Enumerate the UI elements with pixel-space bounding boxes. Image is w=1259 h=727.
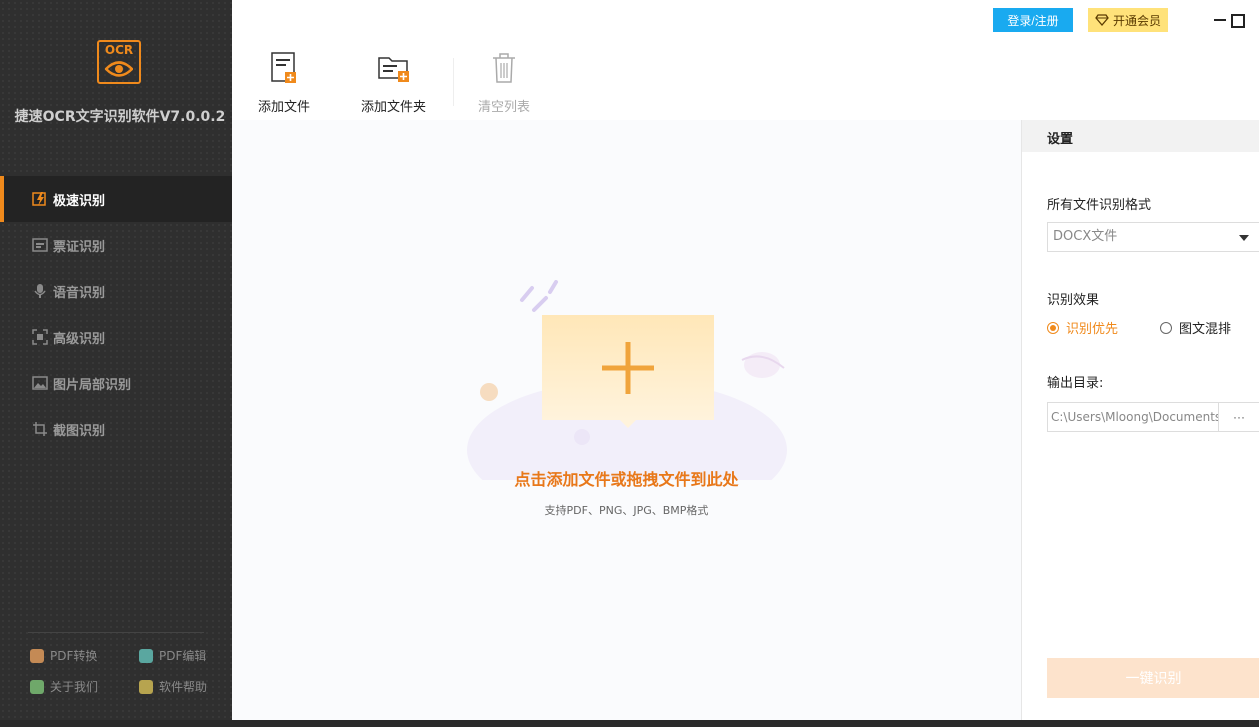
help-label: 软件帮助 (159, 680, 208, 694)
effect-label: 识别效果 (1047, 293, 1100, 308)
scan-frame-icon (32, 329, 48, 345)
login-button[interactable]: 登录/注册 (993, 8, 1073, 32)
ticket-icon (32, 237, 48, 253)
maximize-button[interactable] (1231, 14, 1245, 28)
pdf-edit-icon (139, 648, 153, 663)
trash-icon (493, 53, 515, 83)
pdf-edit-link[interactable]: PDF编辑 (139, 647, 206, 664)
add-file-label: 添加文件 (258, 100, 311, 115)
app-logo: OCR (97, 40, 141, 84)
about-icon (30, 679, 44, 694)
output-path-input[interactable]: C:\Users\Mloong\Documents (1047, 402, 1219, 432)
image-icon (32, 375, 48, 391)
eye-icon (105, 61, 133, 77)
add-file-icon (271, 52, 296, 83)
drop-zone-title: 点击添加文件或拖拽文件到此处 (514, 470, 739, 489)
diamond-icon (1095, 14, 1109, 26)
pdf-convert-icon (30, 648, 44, 663)
add-folder-button[interactable]: 添加文件夹 (361, 52, 426, 115)
sidebar-nav: 极速识别 票证识别 语音识别 高级识别 图片局部识别 截图识别 (0, 176, 232, 452)
help-link[interactable]: 软件帮助 (139, 678, 207, 695)
clear-list-label: 清空列表 (478, 100, 531, 115)
settings-header: 设置 (1022, 120, 1259, 152)
about-label: 关于我们 (50, 680, 99, 694)
microphone-icon (32, 283, 48, 299)
pdf-convert-label: PDF转换 (50, 649, 98, 663)
clear-list-button[interactable]: 清空列表 (478, 52, 530, 115)
sidebar-item-label: 极速识别 (53, 193, 106, 209)
format-label: 所有文件识别格式 (1047, 198, 1152, 213)
settings-panel: 设置 所有文件识别格式 DOCX文件 识别效果 识别优先 图文混排 输出目录: … (1021, 120, 1259, 720)
format-select-value: DOCX文件 (1053, 229, 1118, 244)
radio-accuracy-first[interactable]: 识别优先 (1047, 318, 1118, 337)
help-icon (139, 679, 153, 694)
sidebar-item-image-partial-ocr[interactable]: 图片局部识别 (0, 360, 232, 406)
sidebar: OCR 捷速OCR文字识别软件V7.0.0.2 极速识别 票证识别 语音识别 高… (0, 0, 232, 720)
sidebar-divider (28, 632, 204, 633)
radio-label: 图文混排 (1179, 322, 1232, 337)
title-bar: 登录/注册 开通会员 (232, 0, 1259, 41)
output-label: 输出目录: (1047, 376, 1104, 391)
app-window: OCR 捷速OCR文字识别软件V7.0.0.2 极速识别 票证识别 语音识别 高… (0, 0, 1259, 720)
browse-button[interactable]: ··· (1219, 402, 1259, 432)
settings-title: 设置 (1047, 132, 1074, 147)
chevron-down-icon (1239, 235, 1249, 241)
start-ocr-button[interactable]: 一键识别 (1047, 658, 1259, 698)
toolbar: 添加文件 添加文件夹 清空列表 (232, 40, 1259, 120)
pdf-edit-label: PDF编辑 (159, 649, 207, 663)
sidebar-item-fast-ocr[interactable]: 极速识别 (0, 176, 232, 222)
sidebar-item-screenshot-ocr[interactable]: 截图识别 (0, 406, 232, 452)
sidebar-item-voice-ocr[interactable]: 语音识别 (0, 268, 232, 314)
app-title: 捷速OCR文字识别软件V7.0.0.2 (14, 109, 226, 125)
drop-zone-subtitle: 支持PDF、PNG、JPG、BMP格式 (544, 504, 709, 517)
about-link[interactable]: 关于我们 (30, 678, 98, 695)
sidebar-item-label: 语音识别 (53, 285, 106, 301)
logo-text: OCR (104, 43, 134, 57)
vip-label: 开通会员 (1112, 13, 1161, 28)
screenshot-icon (32, 421, 48, 437)
sidebar-item-advanced-ocr[interactable]: 高级识别 (0, 314, 232, 360)
vip-button[interactable]: 开通会员 (1088, 8, 1168, 32)
add-folder-label: 添加文件夹 (361, 100, 427, 115)
add-file-illustration (467, 280, 787, 480)
radio-dot-icon (1047, 321, 1059, 334)
minimize-button[interactable] (1214, 19, 1226, 21)
toolbar-separator (453, 58, 454, 106)
format-select[interactable]: DOCX文件 (1047, 222, 1259, 252)
radio-label: 识别优先 (1066, 322, 1119, 337)
sidebar-item-label: 截图识别 (53, 423, 106, 439)
lightning-icon (32, 191, 48, 207)
add-folder-icon (377, 57, 409, 82)
sidebar-item-label: 图片局部识别 (53, 377, 132, 393)
sidebar-item-label: 票证识别 (53, 239, 106, 255)
sidebar-item-label: 高级识别 (53, 331, 106, 347)
radio-dot-icon (1160, 321, 1172, 334)
radio-mixed-layout[interactable]: 图文混排 (1160, 318, 1231, 337)
sidebar-item-ticket-ocr[interactable]: 票证识别 (0, 222, 232, 268)
file-drop-zone[interactable]: 点击添加文件或拖拽文件到此处 支持PDF、PNG、JPG、BMP格式 (232, 120, 1021, 720)
main-panel: 登录/注册 开通会员 添加文件 添加文件夹 清空列表 点击添加文件或拖拽文件到此… (232, 0, 1259, 720)
add-file-button[interactable]: 添加文件 (258, 52, 310, 115)
pdf-convert-link[interactable]: PDF转换 (30, 647, 97, 664)
